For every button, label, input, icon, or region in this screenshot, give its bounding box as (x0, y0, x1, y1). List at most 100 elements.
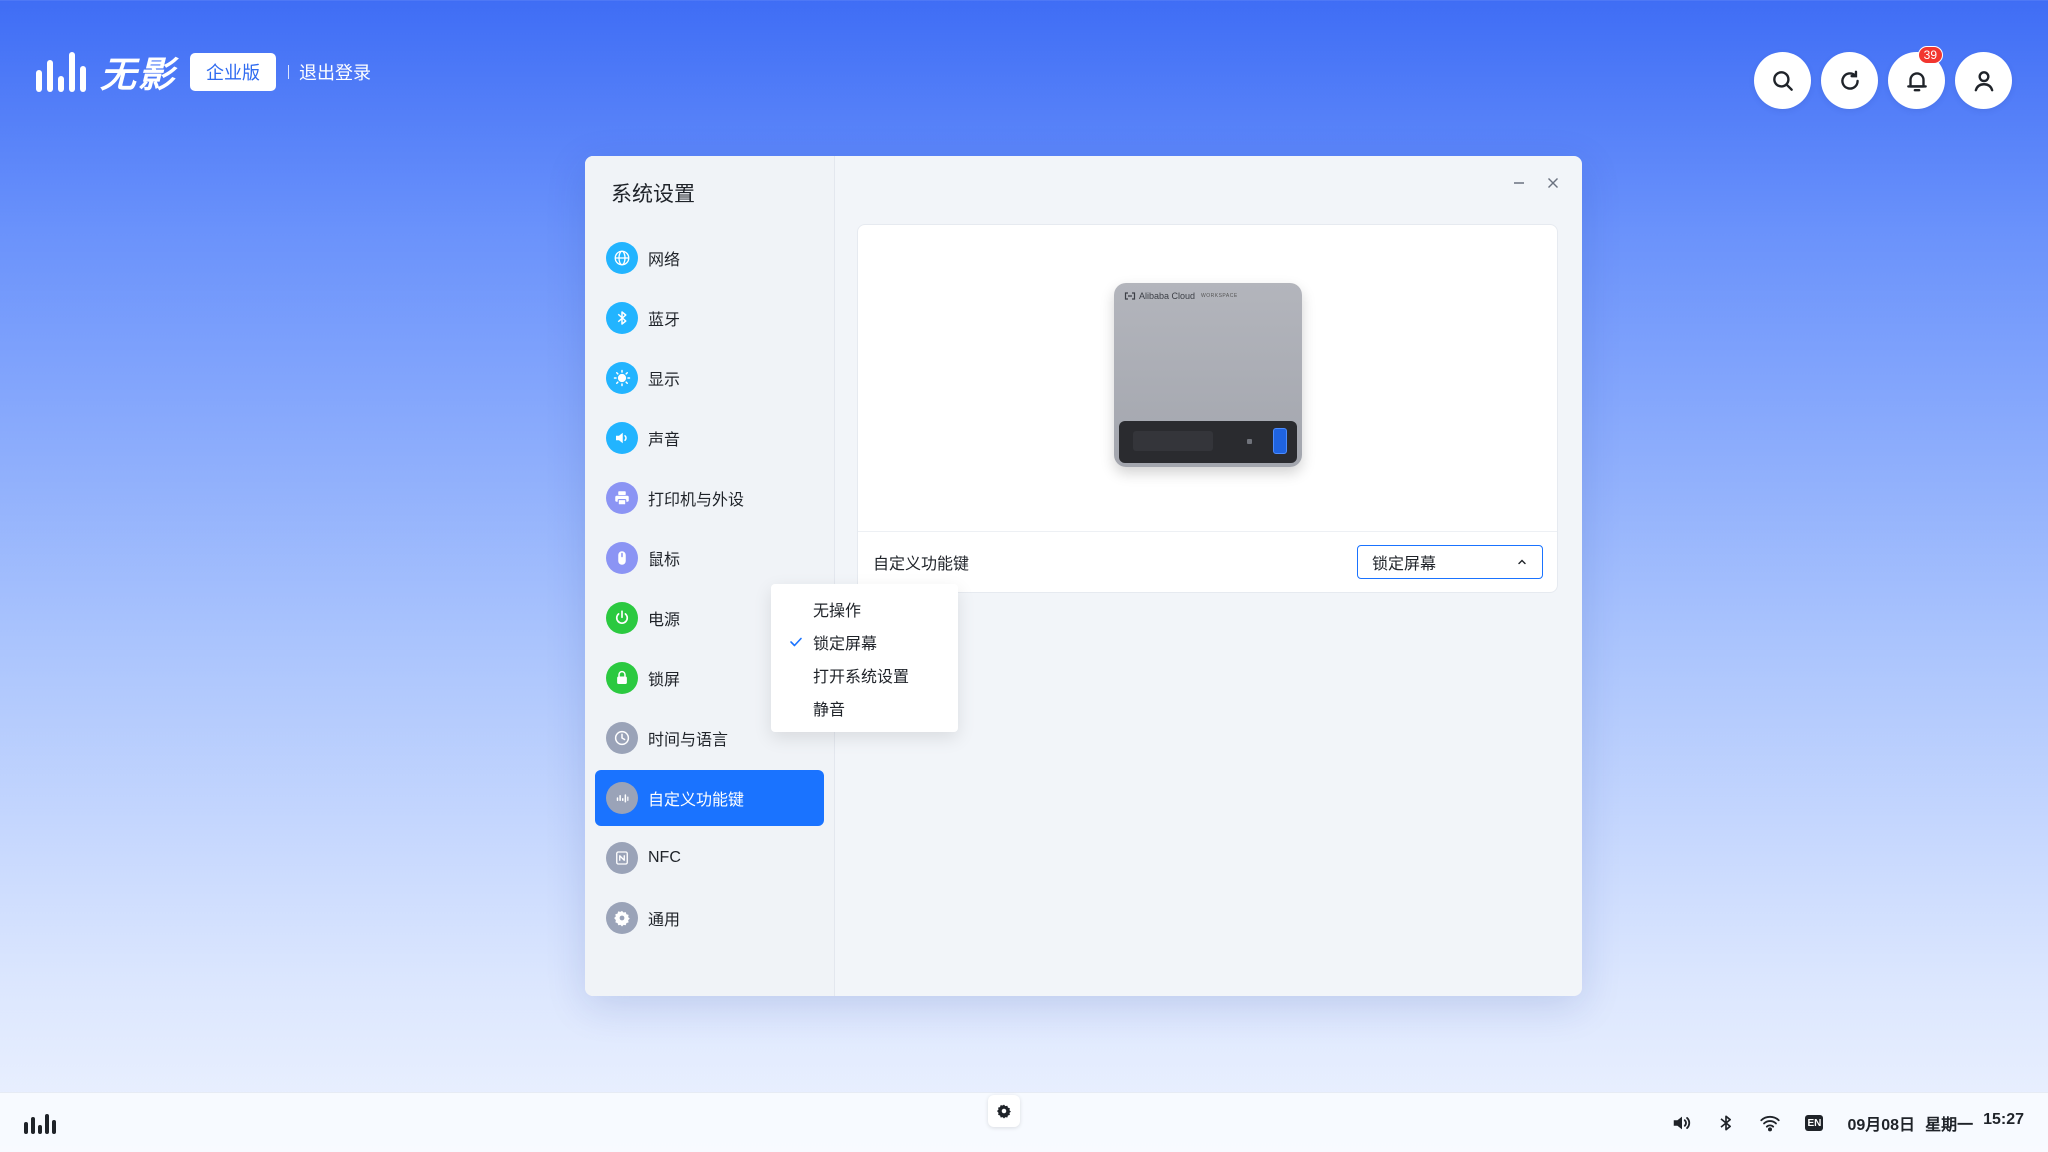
nav-item-bluetooth[interactable]: 蓝牙 (595, 290, 824, 346)
globe-icon (606, 242, 638, 274)
gear-icon (997, 1104, 1011, 1119)
nav-item-display[interactable]: 显示 (595, 350, 824, 406)
edition-badge: 企业版 (190, 53, 277, 91)
taskbar-settings-button[interactable] (988, 1095, 1020, 1127)
power-icon (606, 602, 638, 634)
top-actions: 39 (1754, 46, 2012, 109)
option-no-action[interactable]: 无操作 (771, 592, 958, 625)
nav-item-mouse[interactable]: 鼠标 (595, 530, 824, 586)
system-settings-window: 系统设置 网络 蓝牙 显示 声音 打印机与外设 鼠标 电源 锁屏 时间与语言 自… (585, 156, 1582, 996)
device-panel (1119, 421, 1297, 463)
clock-date: 09月08日 (1847, 1117, 1916, 1134)
nav-item-label: 显示 (648, 372, 681, 389)
bluetooth-button[interactable] (1715, 1112, 1737, 1134)
speaker-icon (606, 422, 638, 454)
start-logo-icon[interactable] (24, 1114, 56, 1134)
brand-divider (288, 65, 290, 79)
nav-item-label: 网络 (648, 252, 681, 269)
volume-icon (1674, 1116, 1691, 1130)
custom-key-card: Alibaba Cloud WORKSPACE 自定义功能键 锁定屏幕 (857, 224, 1558, 593)
option-label: 打开系统设置 (813, 668, 910, 686)
custom-key-select[interactable]: 锁定屏幕 (1357, 545, 1543, 579)
nav-item-sound[interactable]: 声音 (595, 410, 824, 466)
nav-item-label: 声音 (648, 432, 681, 449)
nav-item-label: NFC (648, 849, 681, 866)
window-controls (1510, 174, 1562, 192)
input-language-button[interactable]: EN (1803, 1112, 1825, 1134)
option-label: 静音 (813, 701, 846, 719)
taskbar-clock[interactable]: 09月08日 星期一 15:27 (1847, 1111, 2024, 1135)
settings-sidebar: 系统设置 网络 蓝牙 显示 声音 打印机与外设 鼠标 电源 锁屏 时间与语言 自… (585, 156, 835, 996)
nav-item-printers[interactable]: 打印机与外设 (595, 470, 824, 526)
settings-content: Alibaba Cloud WORKSPACE 自定义功能键 锁定屏幕 (835, 156, 1582, 996)
nav-item-general[interactable]: 通用 (595, 890, 824, 946)
notification-count-badge: 39 (1917, 46, 1943, 64)
clock-icon (606, 722, 638, 754)
printer-icon (606, 482, 638, 514)
logout-link[interactable]: 退出登录 (299, 59, 371, 85)
device-sub-text: WORKSPACE (1201, 293, 1238, 299)
option-lock-screen[interactable]: 锁定屏幕 (771, 625, 958, 658)
brand-key-icon (606, 782, 638, 814)
nav-item-label: 鼠标 (648, 552, 681, 569)
taskbar: EN 09月08日 星期一 15:27 (0, 1092, 2048, 1152)
wuying-logo-icon (36, 52, 86, 92)
volume-button[interactable] (1671, 1112, 1693, 1134)
minimize-icon (1514, 182, 1524, 184)
notifications-button[interactable]: 39 (1888, 46, 1945, 109)
nav-item-label: 蓝牙 (648, 312, 681, 329)
custom-key-label: 自定义功能键 (873, 556, 970, 573)
nav-item-label: 通用 (648, 912, 681, 929)
user-icon (1974, 70, 1993, 91)
nav-item-network[interactable]: 网络 (595, 230, 824, 286)
custom-key-row: 自定义功能键 锁定屏幕 (858, 532, 1557, 592)
chevron-up-icon (1518, 559, 1526, 565)
option-label: 无操作 (813, 602, 862, 620)
window-title: 系统设置 (611, 183, 695, 206)
bluetooth-icon (1720, 1115, 1732, 1131)
bluetooth-icon (606, 302, 638, 334)
nav-item-label: 时间与语言 (648, 732, 729, 749)
user-button[interactable] (1955, 52, 2012, 109)
clock-time: 15:27 (1983, 1111, 2024, 1128)
device-function-key (1273, 428, 1287, 454)
device-logo: Alibaba Cloud WORKSPACE (1124, 291, 1238, 301)
device-slot (1133, 431, 1213, 451)
nav-item-label: 自定义功能键 (648, 792, 745, 809)
refresh-icon (1840, 70, 1859, 90)
option-open-settings[interactable]: 打开系统设置 (771, 658, 958, 691)
nav-item-label: 打印机与外设 (648, 492, 745, 509)
device-illustration: Alibaba Cloud WORKSPACE (1114, 283, 1302, 467)
bell-icon (1906, 71, 1927, 91)
device-indicator (1247, 439, 1252, 444)
check-icon (790, 637, 802, 647)
lock-icon (606, 662, 638, 694)
gear-icon (606, 902, 638, 934)
alibaba-cloud-logo-icon (1124, 292, 1136, 300)
device-preview: Alibaba Cloud WORKSPACE (858, 225, 1557, 532)
nav-item-custom-keys[interactable]: 自定义功能键 (595, 770, 824, 826)
nav-item-nfc[interactable]: NFC (595, 830, 824, 886)
brand-name: 无影 (100, 54, 177, 95)
search-button[interactable] (1754, 52, 1811, 109)
mouse-icon (606, 542, 638, 574)
wifi-button[interactable] (1759, 1112, 1781, 1134)
device-brand-text: Alibaba Cloud (1139, 291, 1196, 301)
option-mute[interactable]: 静音 (771, 691, 958, 724)
search-icon (1772, 70, 1793, 91)
close-icon (1548, 178, 1558, 188)
wifi-icon (1760, 1115, 1781, 1132)
select-value: 锁定屏幕 (1372, 556, 1437, 573)
input-language-badge: EN (1805, 1115, 1824, 1131)
system-tray: EN 09月08日 星期一 15:27 (1671, 1093, 2024, 1152)
refresh-button[interactable] (1821, 52, 1878, 109)
nav-item-label: 电源 (648, 612, 681, 629)
option-label: 锁定屏幕 (813, 635, 878, 653)
sun-icon (606, 362, 638, 394)
custom-key-dropdown: 无操作 锁定屏幕 打开系统设置 静音 (771, 584, 958, 732)
brand-header: 无影 企业版 退出登录 (36, 50, 371, 95)
clock-weekday: 星期一 (1925, 1117, 1974, 1134)
close-button[interactable] (1544, 174, 1562, 192)
nfc-icon (606, 842, 638, 874)
minimize-button[interactable] (1510, 174, 1528, 192)
